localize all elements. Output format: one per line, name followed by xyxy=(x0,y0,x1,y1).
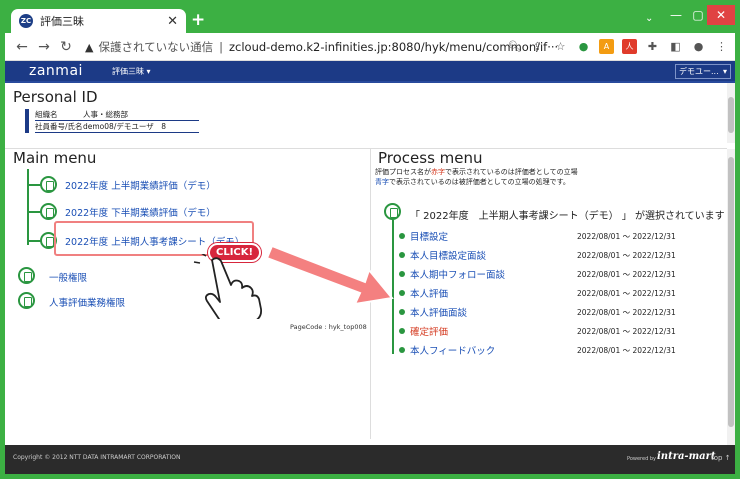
forward-icon[interactable]: → xyxy=(33,39,55,55)
process-date: 2022/08/01 ～ 2022/12/31 xyxy=(577,327,676,336)
general-permission-icon xyxy=(18,267,35,284)
top-scrollbar[interactable] xyxy=(727,83,735,143)
powered-by-text: Powered by xyxy=(627,456,656,462)
close-tab-icon[interactable]: ✕ xyxy=(167,14,178,29)
tree-bullet xyxy=(399,347,405,353)
hr-permission-icon xyxy=(18,292,35,309)
tree-bullet xyxy=(399,271,405,277)
personal-id-table: 組織名 人事・総務部 社員番号/氏名 demo08/デモユーザ 8 xyxy=(25,109,199,133)
app-navbar: zanmai 評価三昧 ▾ デモユー... ▾ xyxy=(5,61,735,83)
process-item-final-eval[interactable]: 確定評価 xyxy=(410,324,448,338)
process-note-blue: 青字で表示されているのは被評価者としての立場の処理です。 xyxy=(375,178,570,186)
pdf-extension-icon[interactable]: 人 xyxy=(622,39,637,54)
share-icon[interactable]: ⇪ xyxy=(530,39,545,54)
pointing-hand-icon xyxy=(193,254,263,319)
process-item-goal-setting[interactable]: 目標設定 xyxy=(410,229,448,243)
process-sheet-icon xyxy=(384,203,401,220)
url-field[interactable]: ▲ 保護されていない通信 | zcloud-demo.k2-infinities… xyxy=(85,36,565,58)
org-value: 人事・総務部 xyxy=(83,110,128,119)
tree-bullet xyxy=(399,290,405,296)
favicon-icon: ZC xyxy=(19,14,33,28)
process-item-self-eval[interactable]: 本人評価 xyxy=(410,286,448,300)
intra-mart-logo: intra-mart xyxy=(657,451,716,462)
process-item-eval-interview[interactable]: 本人評価面談 xyxy=(410,305,467,319)
process-date: 2022/08/01 ～ 2022/12/31 xyxy=(577,232,676,241)
bookmark-star-icon[interactable]: ☆ xyxy=(553,39,568,54)
user-dropdown[interactable]: デモユー... ▾ xyxy=(675,64,731,79)
maximize-icon[interactable]: ▢ xyxy=(687,5,709,25)
process-item-goal-interview[interactable]: 本人目標設定面談 xyxy=(410,248,486,262)
toolbar-icons: 🔍︎ ⇪ ☆ ● A 人 ✚ ◧ ● ⋮ xyxy=(507,39,729,54)
process-note-red: 評価プロセス名が赤字で表示されているのは評価者としての立場 xyxy=(375,168,578,176)
sheet-icon xyxy=(40,203,57,220)
employee-label: 社員番号/氏名 xyxy=(35,122,83,131)
back-to-top-link[interactable]: top ↑ xyxy=(711,454,731,462)
more-menu-icon[interactable]: ⋮ xyxy=(714,39,729,54)
top-scroll-thumb[interactable] xyxy=(728,97,734,133)
copyright-text: Copyright © 2012 NTT DATA INTRAMART CORP… xyxy=(13,454,181,461)
window-close-icon[interactable]: ✕ xyxy=(707,5,735,25)
process-item-feedback[interactable]: 本人フィードバック xyxy=(410,343,495,357)
zoom-icon[interactable]: 🔍︎ xyxy=(507,39,522,54)
page-code: PageCode : hyk_top008 xyxy=(290,323,367,331)
main-menu-title: Main menu xyxy=(13,149,97,167)
personal-id-row: 組織名 人事・総務部 xyxy=(35,109,199,121)
app-menu-dropdown[interactable]: 評価三昧 ▾ xyxy=(112,66,151,77)
process-menu-title: Process menu xyxy=(378,149,483,167)
address-bar: ← → ↻ ▲ 保護されていない通信 | zcloud-demo.k2-infi… xyxy=(5,33,735,61)
side-panel-icon[interactable]: ◧ xyxy=(668,39,683,54)
profile-avatar-icon[interactable]: ● xyxy=(691,39,706,54)
personal-id-title: Personal ID xyxy=(13,88,98,106)
tree-bullet xyxy=(399,328,405,334)
minimize-icon[interactable]: — xyxy=(665,5,687,25)
main-content: Personal ID 組織名 人事・総務部 社員番号/氏名 demo08/デモ… xyxy=(5,83,735,445)
process-date: 2022/08/01 ～ 2022/12/31 xyxy=(577,289,676,298)
back-icon[interactable]: ← xyxy=(11,39,33,55)
process-item-midterm-follow[interactable]: 本人期中フォロー面談 xyxy=(410,267,505,281)
bottom-scrollbar[interactable] xyxy=(727,149,735,445)
tab-bar: ZC 評価三昧 ✕ + ⌄ — ▢ ✕ xyxy=(5,5,735,33)
app-brand[interactable]: zanmai xyxy=(29,63,83,79)
tree-bullet xyxy=(399,252,405,258)
hr-permission-link[interactable]: 人事評価業務権限 xyxy=(49,295,125,309)
caret-down-icon: ▾ xyxy=(722,67,727,76)
pointer-arrow-icon xyxy=(267,244,394,306)
process-date: 2022/08/01 ～ 2022/12/31 xyxy=(577,346,676,355)
menu-link-h1-performance[interactable]: 2022年度 上半期業績評価（デモ） xyxy=(65,178,216,192)
tree-bullet xyxy=(399,309,405,315)
tab-search-icon[interactable]: ⌄ xyxy=(645,13,653,24)
page-footer: Copyright © 2012 NTT DATA INTRAMART CORP… xyxy=(5,445,735,474)
personal-id-row: 社員番号/氏名 demo08/デモユーザ 8 xyxy=(35,121,199,133)
tree-branch xyxy=(27,184,41,186)
url-separator: | xyxy=(219,40,223,54)
tree-branch xyxy=(27,240,41,242)
warning-icon: ▲ xyxy=(85,40,94,54)
user-dropdown-label: デモユー... xyxy=(679,67,719,76)
extension-green-icon[interactable]: ● xyxy=(576,39,591,54)
process-date: 2022/08/01 ～ 2022/12/31 xyxy=(577,270,676,279)
selected-process-text: 「 2022年度 上半期人事考課シート（デモ） 」 が選択されています xyxy=(410,211,725,222)
main-tree-line xyxy=(27,169,29,245)
bottom-scroll-thumb[interactable] xyxy=(728,157,734,427)
new-tab-icon[interactable]: + xyxy=(191,10,205,30)
tree-branch xyxy=(27,211,41,213)
tab-title: 評価三昧 xyxy=(40,15,84,28)
menu-link-h2-performance[interactable]: 2022年度 下半期業績評価（デモ） xyxy=(65,205,216,219)
org-label: 組織名 xyxy=(35,110,58,119)
extensions-puzzle-icon[interactable]: ✚ xyxy=(645,39,660,54)
tree-bullet xyxy=(399,233,405,239)
security-label: 保護されていない通信 xyxy=(98,40,214,54)
extension-translate-icon[interactable]: A xyxy=(599,39,614,54)
process-date: 2022/08/01 ～ 2022/12/31 xyxy=(577,251,676,260)
reload-icon[interactable]: ↻ xyxy=(55,39,77,55)
browser-window: ZC 評価三昧 ✕ + ⌄ — ▢ ✕ ← → ↻ ▲ 保護されていない通信 |… xyxy=(5,5,735,474)
employee-value: demo08/デモユーザ 8 xyxy=(83,122,166,131)
sheet-icon xyxy=(40,176,57,193)
process-date: 2022/08/01 ～ 2022/12/31 xyxy=(577,308,676,317)
browser-tab[interactable]: ZC 評価三昧 ✕ xyxy=(11,9,186,33)
general-permission-link[interactable]: 一般権限 xyxy=(49,270,87,284)
section-divider xyxy=(5,148,727,149)
